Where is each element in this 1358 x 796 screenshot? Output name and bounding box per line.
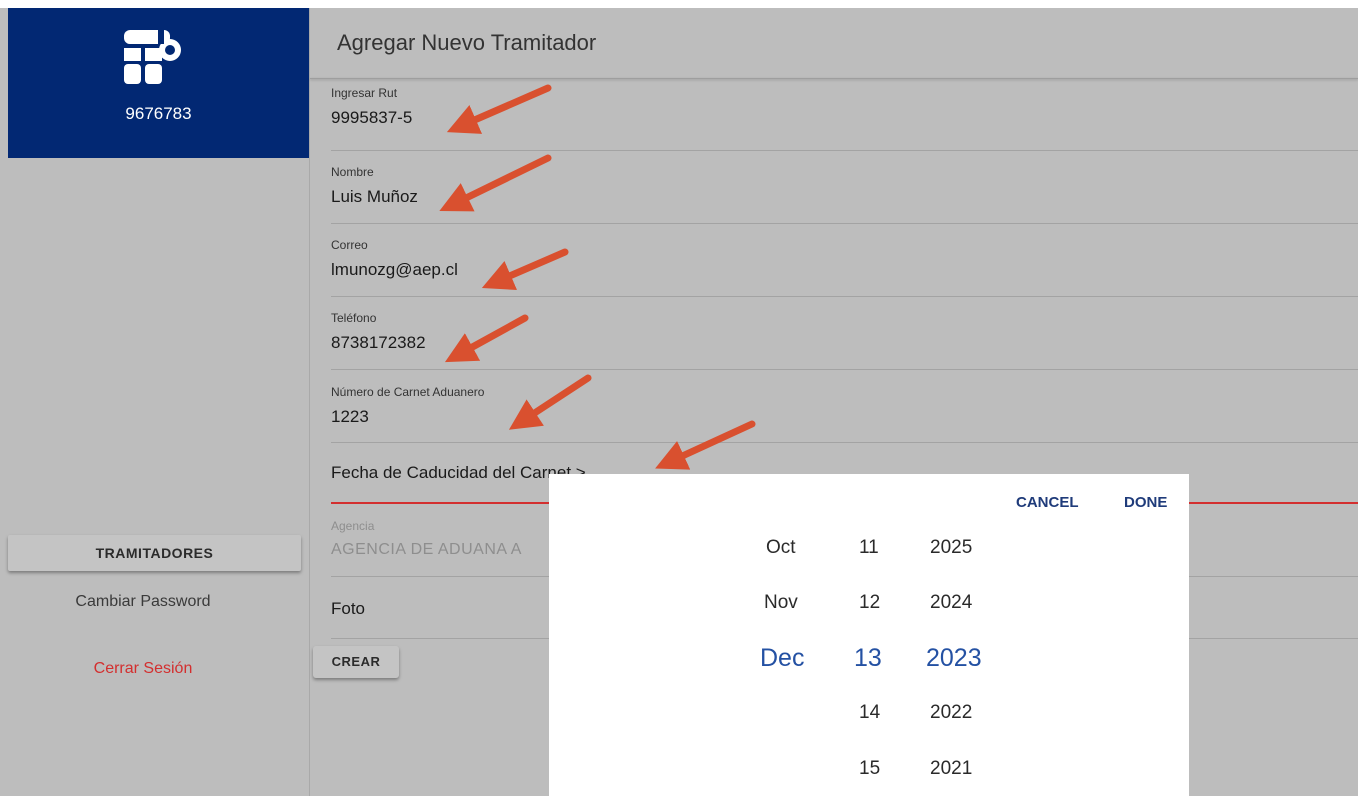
picker-day-option[interactable]: 15	[859, 758, 880, 780]
picker-year-selected[interactable]: 2023	[926, 644, 982, 673]
title-divider	[310, 78, 1358, 79]
top-strip	[0, 0, 1358, 8]
picker-day-selected[interactable]: 13	[854, 644, 882, 673]
telefono-input[interactable]: 8738172382	[331, 333, 426, 353]
picker-day-option[interactable]: 12	[859, 592, 880, 614]
foto-field[interactable]: Foto	[331, 599, 365, 619]
agencia-label: Agencia	[331, 519, 375, 533]
rut-input[interactable]: 9995837-5	[331, 108, 412, 128]
picker-done-button[interactable]: DONE	[1124, 494, 1167, 511]
picker-year-option[interactable]: 2022	[930, 702, 972, 724]
picker-day-option[interactable]: 14	[859, 702, 880, 724]
carnet-underline	[331, 442, 1358, 443]
page-title: Agregar Nuevo Tramitador	[337, 30, 597, 55]
nombre-input[interactable]: Luis Muñoz	[331, 187, 418, 207]
change-password-link[interactable]: Cambiar Password	[8, 593, 278, 611]
nombre-underline	[331, 223, 1358, 224]
nombre-label: Nombre	[331, 165, 374, 179]
correo-underline	[331, 296, 1358, 297]
date-picker[interactable]: CANCEL DONE Oct Nov Dec 11 12 13 14 15 2…	[549, 474, 1189, 796]
sidebar: 9676783 TRAMITADORES Cambiar Password Ce…	[8, 8, 310, 796]
expiry-date-field[interactable]: Fecha de Caducidad del Carnet >	[331, 463, 586, 483]
crear-button[interactable]: CREAR	[313, 646, 399, 678]
picker-cancel-button[interactable]: CANCEL	[1016, 494, 1079, 511]
picker-month-selected[interactable]: Dec	[760, 644, 804, 673]
agencia-input: AGENCIA DE ADUANA A	[331, 541, 522, 558]
app-logo-icon	[124, 30, 181, 84]
correo-label: Correo	[331, 238, 368, 252]
picker-year-option[interactable]: 2024	[930, 592, 972, 614]
brand-header: 9676783	[8, 8, 309, 158]
carnet-input[interactable]: 1223	[331, 407, 369, 427]
picker-year-option[interactable]: 2025	[930, 537, 972, 559]
rut-underline	[331, 150, 1358, 151]
picker-year-option[interactable]: 2021	[930, 758, 972, 780]
telefono-label: Teléfono	[331, 311, 377, 325]
picker-day-option[interactable]: 11	[859, 537, 879, 559]
picker-month-option[interactable]: Oct	[766, 537, 796, 559]
correo-input[interactable]: lmunozg@aep.cl	[331, 260, 458, 280]
nav-tramitadores-button[interactable]: TRAMITADORES	[8, 535, 301, 571]
picker-month-option[interactable]: Nov	[764, 592, 798, 614]
user-id: 9676783	[125, 104, 192, 123]
rut-label: Ingresar Rut	[331, 86, 398, 100]
telefono-underline	[331, 369, 1358, 370]
carnet-label: Número de Carnet Aduanero	[331, 385, 485, 399]
logout-link[interactable]: Cerrar Sesión	[8, 660, 278, 678]
